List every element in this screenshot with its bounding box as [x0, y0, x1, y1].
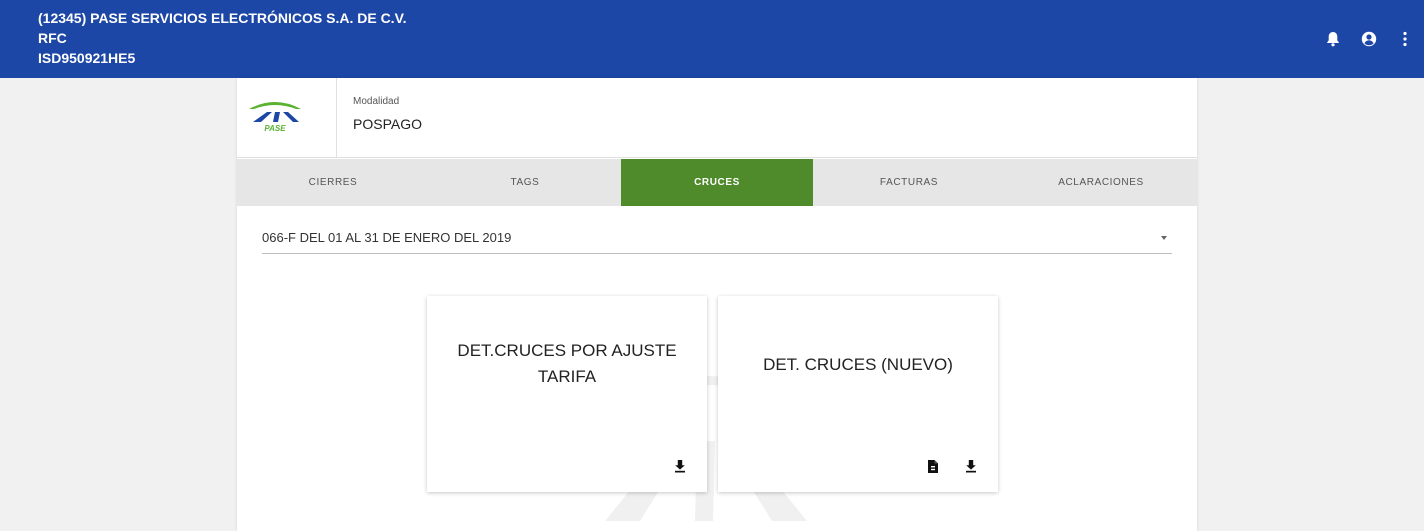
app-header: (12345) PASE SERVICIOS ELECTRÓNICOS S.A.… — [0, 0, 1424, 78]
modalidad-label: Modalidad — [353, 96, 400, 107]
rfc-value: ISD950921HE5 — [38, 50, 136, 66]
card-title-line2: TARIFA — [537, 367, 597, 386]
modalidad-value: POSPAGO — [353, 116, 422, 132]
tab-aclaraciones[interactable]: ACLARACIONES — [1005, 159, 1197, 206]
chevron-down-icon — [1161, 236, 1167, 240]
download-icon[interactable] — [673, 458, 687, 474]
bell-icon[interactable] — [1324, 30, 1342, 48]
main-panel: PASE Modalidad POSPAGO CIERRES TAGS CRUC… — [237, 78, 1197, 531]
period-select-value: 066-F DEL 01 AL 31 DE ENERO DEL 2019 — [262, 230, 512, 245]
tab-facturas[interactable]: FACTURAS — [813, 159, 1005, 206]
tab-cruces[interactable]: CRUCES — [621, 159, 813, 206]
tab-tags[interactable]: TAGS — [429, 159, 621, 206]
account-icon[interactable] — [1360, 30, 1378, 48]
pdf-file-icon[interactable] — [926, 458, 940, 474]
account-card: PASE Modalidad POSPAGO — [237, 78, 1197, 158]
logo-text: PASE — [264, 124, 286, 133]
report-card-cruces-nuevo: DET. CRUCES (NUEVO) — [718, 296, 998, 492]
card-title-line1: DET.CRUCES POR AJUSTE — [457, 341, 677, 360]
account-info: (12345) PASE SERVICIOS ELECTRÓNICOS S.A.… — [38, 8, 407, 68]
header-actions — [1324, 30, 1414, 48]
card-actions — [926, 458, 978, 474]
card-title: DET. CRUCES (NUEVO) — [738, 352, 978, 378]
pase-logo: PASE — [237, 78, 337, 158]
card-title-line1: DET. CRUCES (NUEVO) — [763, 355, 953, 374]
report-card-ajuste-tarifa: DET.CRUCES POR AJUSTE TARIFA — [427, 296, 707, 492]
card-title: DET.CRUCES POR AJUSTE TARIFA — [447, 338, 687, 390]
section-tabs: CIERRES TAGS CRUCES FACTURAS ACLARACIONE… — [237, 159, 1197, 206]
download-icon[interactable] — [964, 458, 978, 474]
more-vert-icon[interactable] — [1396, 30, 1414, 48]
card-actions — [673, 458, 687, 474]
company-name: (12345) PASE SERVICIOS ELECTRÓNICOS S.A.… — [38, 10, 407, 26]
period-select[interactable]: 066-F DEL 01 AL 31 DE ENERO DEL 2019 — [262, 224, 1172, 254]
tab-cierres[interactable]: CIERRES — [237, 159, 429, 206]
rfc-label: RFC — [38, 30, 67, 46]
